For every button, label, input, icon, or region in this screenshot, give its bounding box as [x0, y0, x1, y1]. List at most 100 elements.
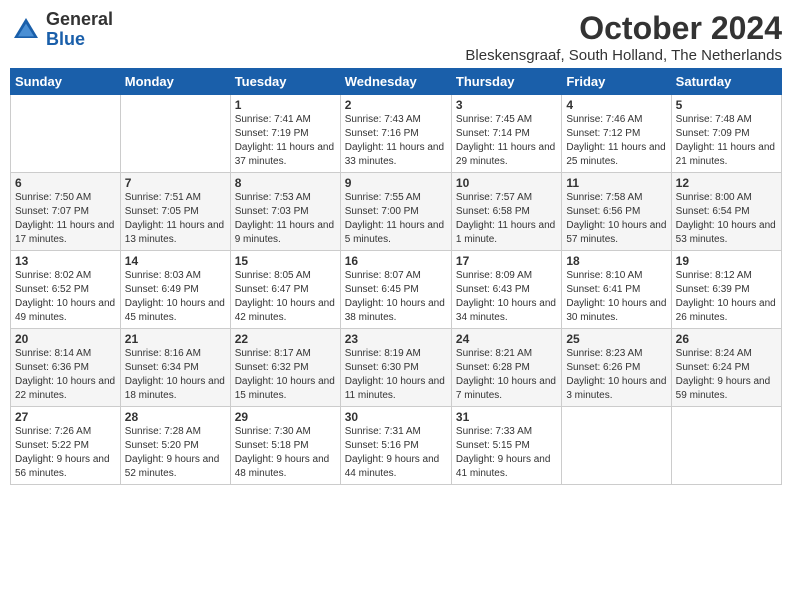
day-number: 24 [456, 332, 557, 346]
calendar-cell: 26Sunrise: 8:24 AM Sunset: 6:24 PM Dayli… [671, 329, 781, 407]
day-info: Sunrise: 7:45 AM Sunset: 7:14 PM Dayligh… [456, 113, 557, 169]
calendar-cell: 30Sunrise: 7:31 AM Sunset: 5:16 PM Dayli… [340, 407, 451, 485]
day-number: 14 [125, 254, 226, 268]
day-info: Sunrise: 7:26 AM Sunset: 5:22 PM Dayligh… [15, 425, 116, 481]
day-number: 9 [345, 176, 447, 190]
title-block: October 2024 Bleskensgraaf, South Hollan… [465, 10, 782, 64]
page-header: General Blue October 2024 Bleskensgraaf,… [10, 10, 782, 64]
calendar-cell: 2Sunrise: 7:43 AM Sunset: 7:16 PM Daylig… [340, 95, 451, 173]
calendar-cell [562, 407, 671, 485]
day-number: 15 [235, 254, 336, 268]
calendar-cell: 31Sunrise: 7:33 AM Sunset: 5:15 PM Dayli… [451, 407, 561, 485]
day-info: Sunrise: 7:51 AM Sunset: 7:05 PM Dayligh… [125, 191, 226, 247]
day-info: Sunrise: 8:09 AM Sunset: 6:43 PM Dayligh… [456, 269, 557, 325]
day-info: Sunrise: 8:00 AM Sunset: 6:54 PM Dayligh… [676, 191, 777, 247]
weekday-header: Wednesday [340, 69, 451, 95]
day-number: 10 [456, 176, 557, 190]
day-info: Sunrise: 8:24 AM Sunset: 6:24 PM Dayligh… [676, 347, 777, 403]
calendar-cell [671, 407, 781, 485]
day-number: 13 [15, 254, 116, 268]
day-number: 4 [566, 98, 666, 112]
day-number: 22 [235, 332, 336, 346]
day-info: Sunrise: 8:05 AM Sunset: 6:47 PM Dayligh… [235, 269, 336, 325]
day-number: 23 [345, 332, 447, 346]
day-number: 30 [345, 410, 447, 424]
day-info: Sunrise: 8:19 AM Sunset: 6:30 PM Dayligh… [345, 347, 447, 403]
calendar-table: SundayMondayTuesdayWednesdayThursdayFrid… [10, 68, 782, 485]
calendar-cell [120, 95, 230, 173]
calendar-cell: 29Sunrise: 7:30 AM Sunset: 5:18 PM Dayli… [230, 407, 340, 485]
weekday-header: Saturday [671, 69, 781, 95]
day-number: 5 [676, 98, 777, 112]
day-info: Sunrise: 7:30 AM Sunset: 5:18 PM Dayligh… [235, 425, 336, 481]
calendar-cell: 1Sunrise: 7:41 AM Sunset: 7:19 PM Daylig… [230, 95, 340, 173]
calendar-cell: 12Sunrise: 8:00 AM Sunset: 6:54 PM Dayli… [671, 173, 781, 251]
day-number: 26 [676, 332, 777, 346]
calendar-cell: 9Sunrise: 7:55 AM Sunset: 7:00 PM Daylig… [340, 173, 451, 251]
month-year: October 2024 [465, 10, 782, 47]
calendar-cell: 8Sunrise: 7:53 AM Sunset: 7:03 PM Daylig… [230, 173, 340, 251]
day-number: 7 [125, 176, 226, 190]
day-info: Sunrise: 8:23 AM Sunset: 6:26 PM Dayligh… [566, 347, 666, 403]
calendar-week-row: 20Sunrise: 8:14 AM Sunset: 6:36 PM Dayli… [11, 329, 782, 407]
day-info: Sunrise: 7:31 AM Sunset: 5:16 PM Dayligh… [345, 425, 447, 481]
day-info: Sunrise: 7:53 AM Sunset: 7:03 PM Dayligh… [235, 191, 336, 247]
day-info: Sunrise: 7:46 AM Sunset: 7:12 PM Dayligh… [566, 113, 666, 169]
calendar-cell: 11Sunrise: 7:58 AM Sunset: 6:56 PM Dayli… [562, 173, 671, 251]
day-info: Sunrise: 8:10 AM Sunset: 6:41 PM Dayligh… [566, 269, 666, 325]
calendar-cell: 3Sunrise: 7:45 AM Sunset: 7:14 PM Daylig… [451, 95, 561, 173]
calendar-cell: 15Sunrise: 8:05 AM Sunset: 6:47 PM Dayli… [230, 251, 340, 329]
weekday-header: Sunday [11, 69, 121, 95]
calendar-week-row: 13Sunrise: 8:02 AM Sunset: 6:52 PM Dayli… [11, 251, 782, 329]
day-number: 19 [676, 254, 777, 268]
day-number: 29 [235, 410, 336, 424]
day-info: Sunrise: 7:57 AM Sunset: 6:58 PM Dayligh… [456, 191, 557, 247]
day-number: 12 [676, 176, 777, 190]
calendar-cell: 14Sunrise: 8:03 AM Sunset: 6:49 PM Dayli… [120, 251, 230, 329]
weekday-header: Monday [120, 69, 230, 95]
calendar-cell: 24Sunrise: 8:21 AM Sunset: 6:28 PM Dayli… [451, 329, 561, 407]
calendar-cell: 13Sunrise: 8:02 AM Sunset: 6:52 PM Dayli… [11, 251, 121, 329]
day-number: 27 [15, 410, 116, 424]
calendar-cell: 20Sunrise: 8:14 AM Sunset: 6:36 PM Dayli… [11, 329, 121, 407]
weekday-header: Thursday [451, 69, 561, 95]
calendar-cell: 28Sunrise: 7:28 AM Sunset: 5:20 PM Dayli… [120, 407, 230, 485]
day-info: Sunrise: 8:07 AM Sunset: 6:45 PM Dayligh… [345, 269, 447, 325]
day-info: Sunrise: 7:50 AM Sunset: 7:07 PM Dayligh… [15, 191, 116, 247]
day-info: Sunrise: 7:28 AM Sunset: 5:20 PM Dayligh… [125, 425, 226, 481]
calendar-cell: 4Sunrise: 7:46 AM Sunset: 7:12 PM Daylig… [562, 95, 671, 173]
day-number: 2 [345, 98, 447, 112]
calendar-week-row: 1Sunrise: 7:41 AM Sunset: 7:19 PM Daylig… [11, 95, 782, 173]
day-info: Sunrise: 7:33 AM Sunset: 5:15 PM Dayligh… [456, 425, 557, 481]
day-info: Sunrise: 8:03 AM Sunset: 6:49 PM Dayligh… [125, 269, 226, 325]
weekday-header: Tuesday [230, 69, 340, 95]
day-number: 3 [456, 98, 557, 112]
calendar-cell: 18Sunrise: 8:10 AM Sunset: 6:41 PM Dayli… [562, 251, 671, 329]
day-info: Sunrise: 8:16 AM Sunset: 6:34 PM Dayligh… [125, 347, 226, 403]
calendar-cell: 17Sunrise: 8:09 AM Sunset: 6:43 PM Dayli… [451, 251, 561, 329]
calendar-cell: 16Sunrise: 8:07 AM Sunset: 6:45 PM Dayli… [340, 251, 451, 329]
day-info: Sunrise: 8:17 AM Sunset: 6:32 PM Dayligh… [235, 347, 336, 403]
calendar-cell: 27Sunrise: 7:26 AM Sunset: 5:22 PM Dayli… [11, 407, 121, 485]
weekday-header: Friday [562, 69, 671, 95]
day-info: Sunrise: 7:41 AM Sunset: 7:19 PM Dayligh… [235, 113, 336, 169]
day-info: Sunrise: 7:58 AM Sunset: 6:56 PM Dayligh… [566, 191, 666, 247]
day-info: Sunrise: 8:02 AM Sunset: 6:52 PM Dayligh… [15, 269, 116, 325]
location: Bleskensgraaf, South Holland, The Nether… [465, 47, 782, 64]
day-number: 21 [125, 332, 226, 346]
logo: General Blue [10, 10, 113, 50]
day-info: Sunrise: 7:55 AM Sunset: 7:00 PM Dayligh… [345, 191, 447, 247]
day-number: 11 [566, 176, 666, 190]
logo-text: General Blue [46, 10, 113, 50]
day-number: 6 [15, 176, 116, 190]
day-info: Sunrise: 7:48 AM Sunset: 7:09 PM Dayligh… [676, 113, 777, 169]
calendar-cell: 23Sunrise: 8:19 AM Sunset: 6:30 PM Dayli… [340, 329, 451, 407]
calendar-week-row: 6Sunrise: 7:50 AM Sunset: 7:07 PM Daylig… [11, 173, 782, 251]
day-number: 31 [456, 410, 557, 424]
day-number: 18 [566, 254, 666, 268]
day-info: Sunrise: 7:43 AM Sunset: 7:16 PM Dayligh… [345, 113, 447, 169]
calendar-cell: 22Sunrise: 8:17 AM Sunset: 6:32 PM Dayli… [230, 329, 340, 407]
calendar-cell: 10Sunrise: 7:57 AM Sunset: 6:58 PM Dayli… [451, 173, 561, 251]
day-number: 17 [456, 254, 557, 268]
calendar-cell: 5Sunrise: 7:48 AM Sunset: 7:09 PM Daylig… [671, 95, 781, 173]
